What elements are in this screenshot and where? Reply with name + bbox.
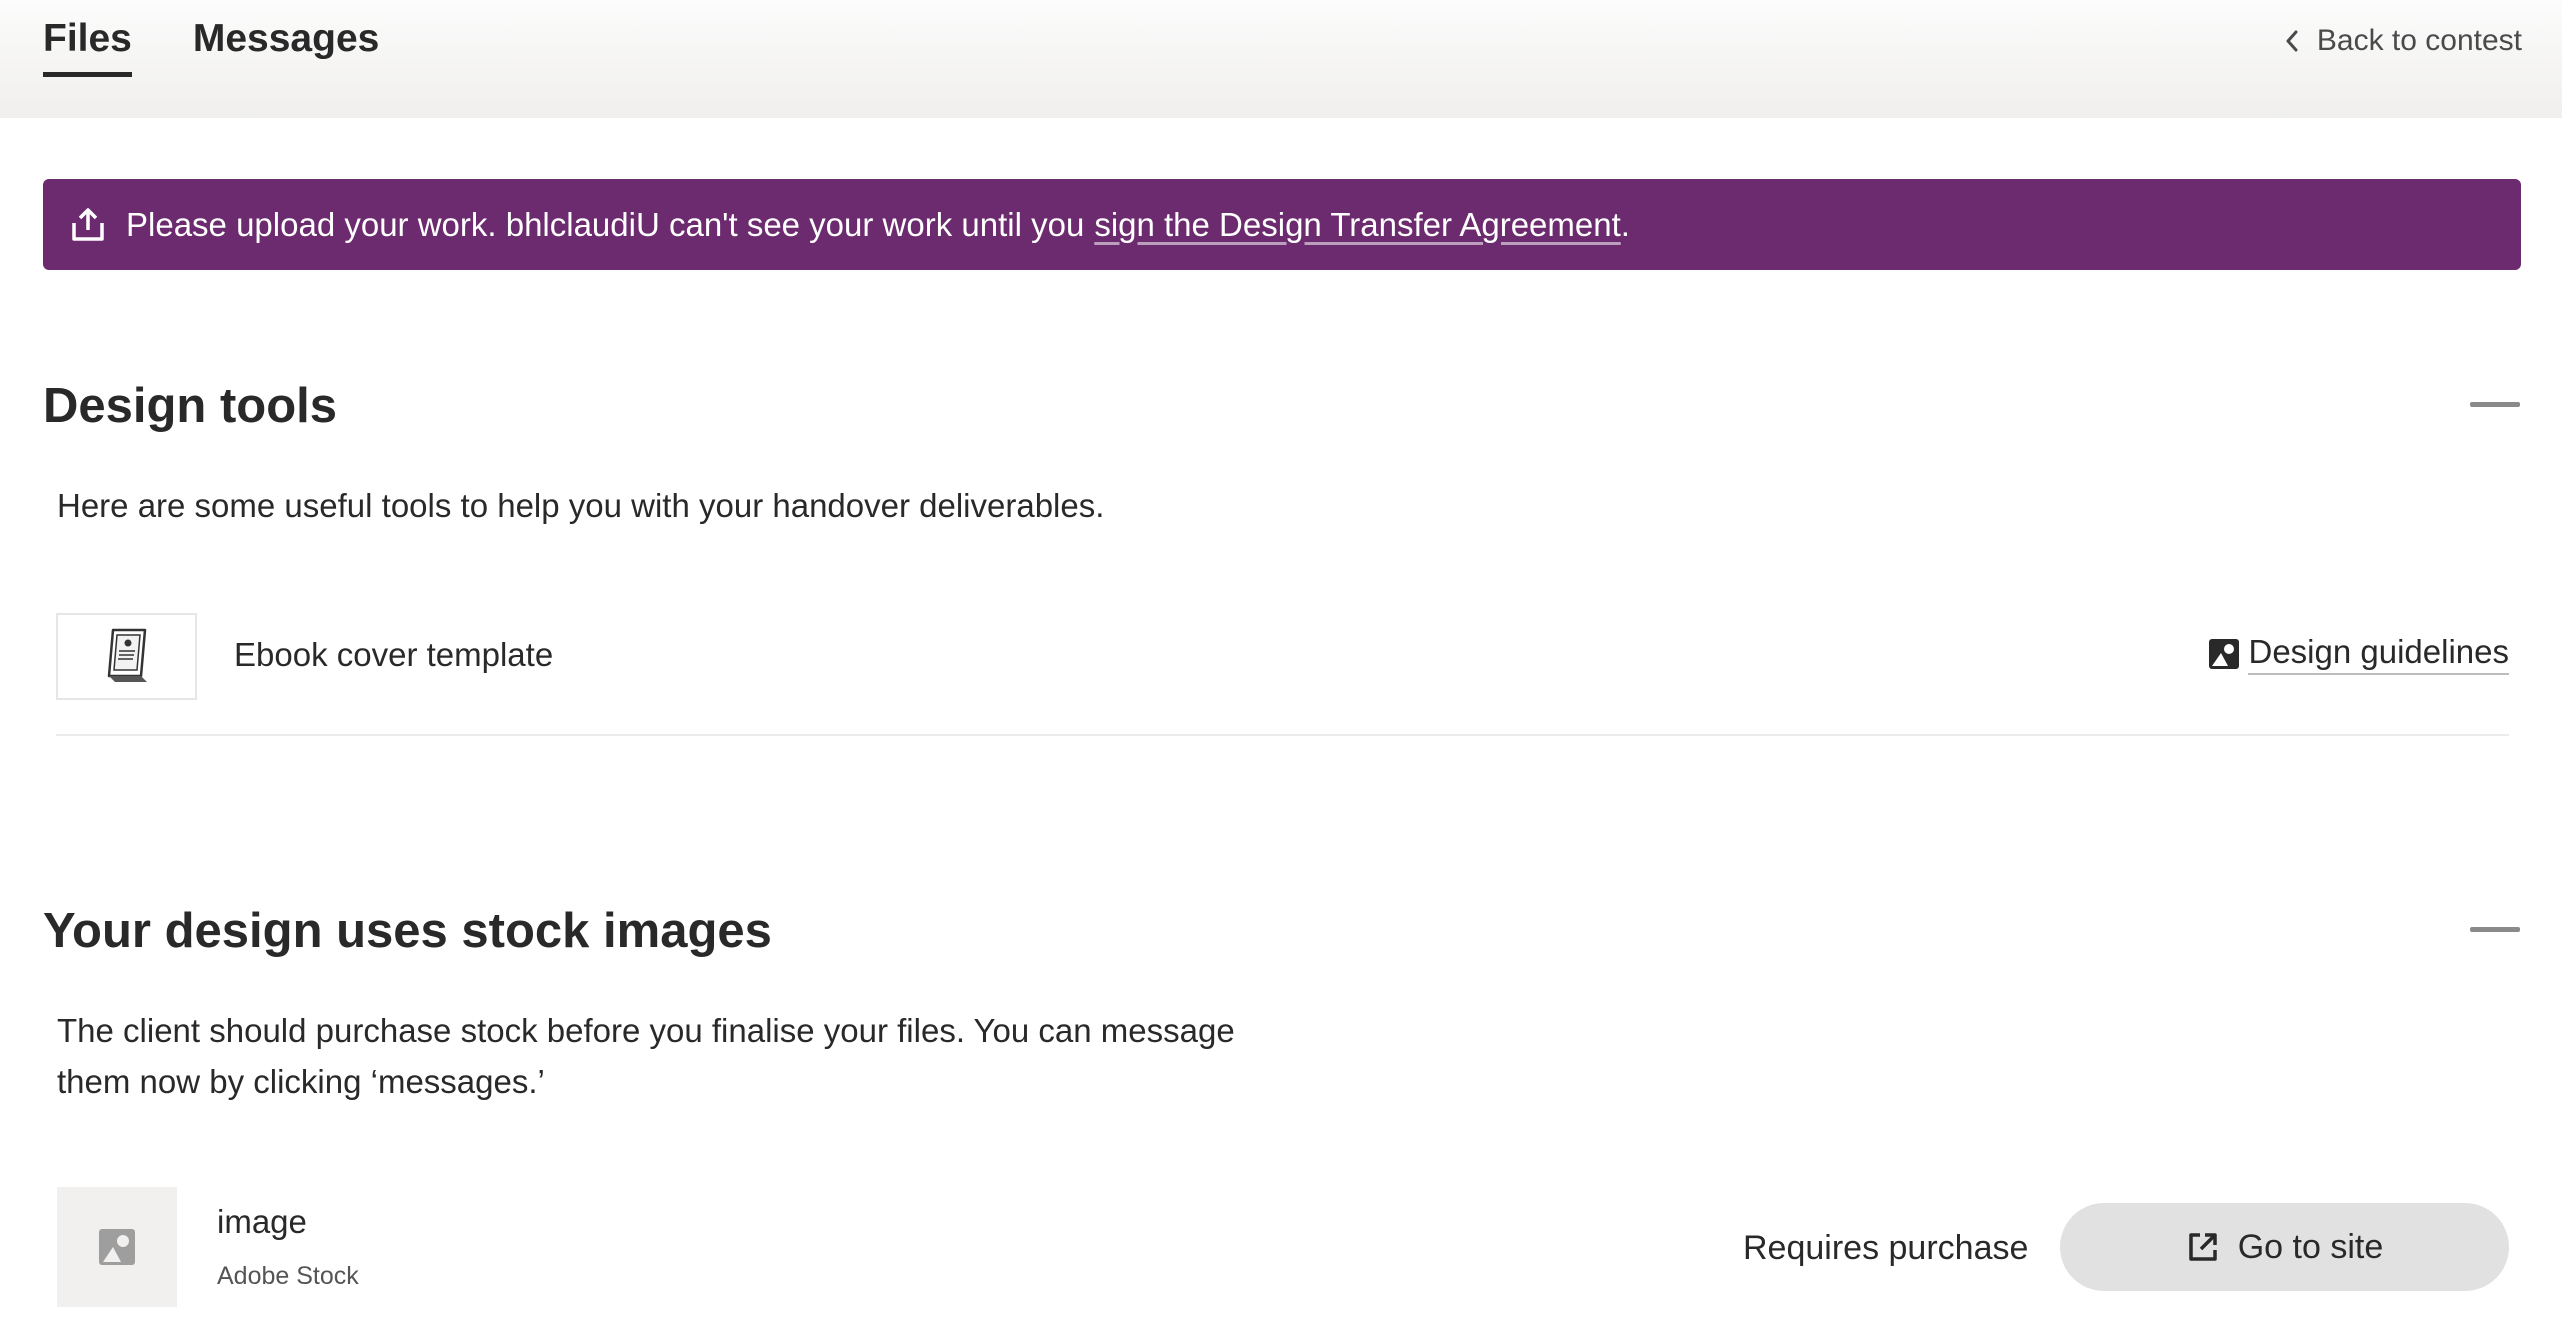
stock-image-source: Adobe Stock bbox=[217, 1262, 359, 1290]
design-guidelines-link[interactable]: Design guidelines bbox=[2208, 633, 2509, 675]
banner-suffix: . bbox=[1620, 205, 1630, 243]
tab-messages[interactable]: Messages bbox=[193, 0, 379, 77]
go-to-site-button[interactable]: Go to site bbox=[2060, 1203, 2509, 1291]
stock-images-title: Your design uses stock images bbox=[43, 904, 772, 958]
image-placeholder-icon bbox=[99, 1229, 135, 1265]
stock-image-thumbnail bbox=[57, 1187, 177, 1307]
tab-files[interactable]: Files bbox=[43, 0, 132, 77]
tool-item-ebook-cover: Ebook cover template Design guidelines bbox=[56, 612, 2509, 736]
external-link-icon bbox=[2188, 1233, 2217, 1261]
stock-desc-line-1: The client should purchase stock before … bbox=[57, 1012, 1235, 1049]
design-tools-title: Design tools bbox=[43, 379, 338, 433]
banner-text: Please upload your work. bhlclaudiU can'… bbox=[126, 205, 1085, 243]
design-transfer-agreement-link[interactable]: sign the Design Transfer Agreement bbox=[1094, 206, 1620, 244]
ebook-thumbnail bbox=[56, 613, 197, 700]
upload-banner: Please upload your work. bhlclaudiU can'… bbox=[43, 179, 2521, 270]
back-to-contest-link[interactable]: Back to contest bbox=[2285, 24, 2522, 58]
tab-bar: Files Messages bbox=[43, 0, 440, 77]
stock-images-description: The client should purchase stock before … bbox=[57, 1005, 1235, 1107]
back-link-label: Back to contest bbox=[2316, 24, 2522, 57]
top-header: Files Messages Back to contest bbox=[0, 0, 2562, 118]
collapse-design-tools-button[interactable] bbox=[2470, 384, 2522, 424]
design-guidelines-label: Design guidelines bbox=[2248, 633, 2509, 675]
upload-icon bbox=[72, 207, 104, 241]
design-tools-description: Here are some useful tools to help you w… bbox=[57, 487, 1105, 524]
stock-desc-line-2: them now by clicking ‘messages.’ bbox=[57, 1063, 545, 1100]
collapse-stock-images-button[interactable] bbox=[2470, 909, 2522, 949]
image-icon bbox=[2209, 639, 2240, 669]
chevron-left-icon bbox=[2286, 30, 2298, 52]
stock-image-name: image bbox=[217, 1203, 307, 1240]
go-to-site-label: Go to site bbox=[2237, 1227, 2384, 1266]
tool-name: Ebook cover template bbox=[234, 636, 554, 673]
purchase-status: Requires purchase bbox=[1743, 1229, 2029, 1267]
ebook-reader-icon bbox=[107, 628, 147, 682]
